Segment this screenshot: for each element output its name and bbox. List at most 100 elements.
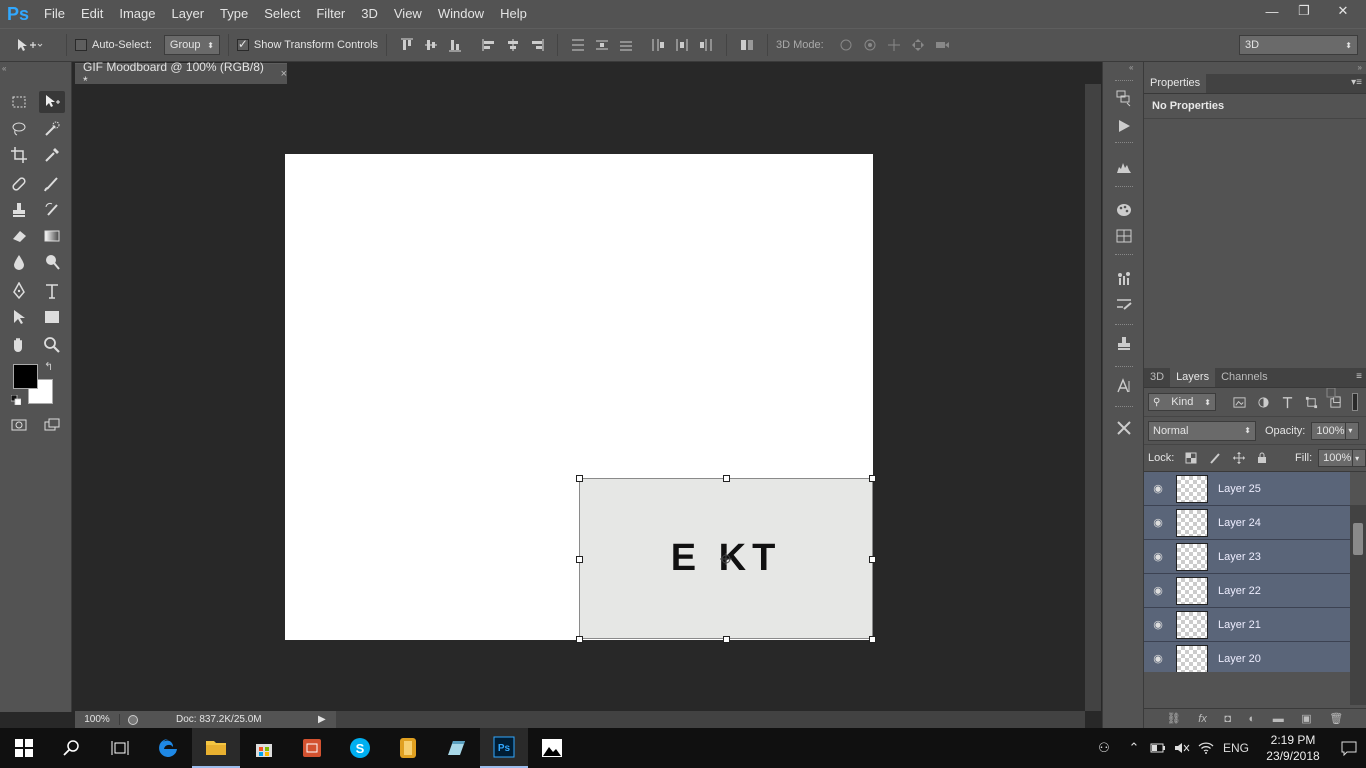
distribute-bottom-icon[interactable] bbox=[616, 35, 636, 55]
menu-help[interactable]: Help bbox=[492, 0, 535, 28]
lock-all-icon[interactable] bbox=[1253, 449, 1271, 467]
menu-window[interactable]: Window bbox=[430, 0, 492, 28]
menu-layer[interactable]: Layer bbox=[164, 0, 213, 28]
filter-kind-select[interactable]: ⚲ Kind ⬍ bbox=[1148, 393, 1216, 411]
visibility-eye-icon[interactable]: ◉ bbox=[1144, 550, 1172, 563]
restore-button[interactable]: ❐ bbox=[1288, 0, 1320, 22]
volume-muted-icon[interactable] bbox=[1170, 728, 1194, 768]
panel-grip[interactable] bbox=[1115, 366, 1133, 369]
transform-handle-bottom-left[interactable] bbox=[576, 636, 583, 643]
tab-3d[interactable]: 3D bbox=[1144, 368, 1170, 387]
align-top-icon[interactable] bbox=[397, 35, 417, 55]
crop-icon[interactable] bbox=[6, 144, 32, 166]
status-menu-arrow-icon[interactable]: ▶ bbox=[318, 714, 326, 725]
actions-panel-icon[interactable] bbox=[1114, 116, 1134, 136]
character-panel-icon[interactable] bbox=[1114, 376, 1134, 396]
filter-adjustment-icon[interactable] bbox=[1254, 393, 1272, 411]
adjustment-layer-icon[interactable]: ◐ bbox=[1249, 713, 1256, 725]
visibility-eye-icon[interactable]: ◉ bbox=[1144, 584, 1172, 597]
clone-source-icon[interactable] bbox=[1114, 334, 1134, 354]
panel-grip[interactable] bbox=[1115, 406, 1133, 409]
menu-image[interactable]: Image bbox=[111, 0, 163, 28]
swap-colors-icon[interactable]: ↰ bbox=[44, 360, 53, 373]
distribute-top-icon[interactable] bbox=[568, 35, 588, 55]
eraser-icon[interactable] bbox=[6, 225, 32, 247]
3d-scale-icon[interactable] bbox=[932, 35, 952, 55]
transform-handle-top[interactable] bbox=[723, 475, 730, 482]
3d-slide-icon[interactable] bbox=[908, 35, 928, 55]
blend-mode-select[interactable]: Normal ⬍ bbox=[1148, 420, 1256, 441]
fill-dropdown-icon[interactable]: ▾ bbox=[1352, 449, 1366, 467]
pen-icon[interactable] bbox=[6, 280, 32, 302]
new-group-icon[interactable]: ▬ bbox=[1273, 713, 1284, 725]
panel-grip[interactable] bbox=[1115, 142, 1133, 145]
fill-input[interactable]: 100% bbox=[1318, 449, 1353, 467]
wifi-icon[interactable] bbox=[1194, 728, 1218, 768]
notes-app-icon[interactable] bbox=[432, 728, 480, 768]
add-mask-icon[interactable]: ◘ bbox=[1224, 713, 1231, 725]
default-colors-icon[interactable] bbox=[10, 394, 22, 406]
distribute-right-icon[interactable] bbox=[696, 35, 716, 55]
3d-pan-icon[interactable] bbox=[884, 35, 904, 55]
transform-handle-top-left[interactable] bbox=[576, 475, 583, 482]
close-tab-icon[interactable]: × bbox=[281, 68, 287, 80]
align-horizontal-center-icon[interactable] bbox=[503, 35, 523, 55]
panel-grip[interactable] bbox=[1115, 80, 1133, 83]
tab-properties[interactable]: Properties bbox=[1144, 74, 1207, 93]
lock-image-pixels-icon[interactable] bbox=[1206, 449, 1224, 467]
store-icon[interactable] bbox=[240, 728, 288, 768]
distribute-vertical-center-icon[interactable] bbox=[592, 35, 612, 55]
foreground-color-swatch[interactable] bbox=[13, 364, 38, 389]
screen-mode-icon[interactable] bbox=[39, 414, 65, 436]
tool-presets-icon[interactable] bbox=[1114, 418, 1134, 438]
layer-row[interactable]: ◉ Layer 24 bbox=[1144, 506, 1350, 540]
layers-scrollbar-thumb[interactable] bbox=[1353, 523, 1363, 555]
transform-handle-left[interactable] bbox=[576, 556, 583, 563]
panel-grip[interactable] bbox=[1115, 324, 1133, 327]
battery-icon[interactable] bbox=[1146, 728, 1170, 768]
layer-row[interactable]: ◉ Layer 21 bbox=[1144, 608, 1350, 642]
expand-chevron-icon[interactable]: » bbox=[1358, 63, 1362, 72]
menu-edit[interactable]: Edit bbox=[73, 0, 111, 28]
visibility-eye-icon[interactable]: ◉ bbox=[1144, 618, 1172, 631]
search-icon[interactable] bbox=[48, 728, 96, 768]
brush-panel-icon[interactable] bbox=[1114, 294, 1134, 314]
windows-start-icon[interactable] bbox=[0, 728, 48, 768]
delete-layer-icon[interactable]: 🗑 bbox=[1329, 712, 1343, 725]
collapse-chevron-icon[interactable]: « bbox=[2, 64, 6, 73]
color-palette-icon[interactable] bbox=[1114, 200, 1134, 220]
filter-toggle-switch[interactable] bbox=[1352, 393, 1358, 411]
move-tool-icon[interactable] bbox=[39, 91, 65, 113]
quick-selection-icon[interactable] bbox=[39, 118, 65, 140]
panel-menu-icon[interactable]: ▾≡ bbox=[1351, 77, 1362, 88]
eyedropper-icon[interactable] bbox=[39, 144, 65, 166]
clone-stamp-icon[interactable] bbox=[6, 199, 32, 221]
transform-handle-right[interactable] bbox=[869, 556, 876, 563]
panel-menu-icon[interactable]: ≡ bbox=[1356, 371, 1362, 382]
menu-3d[interactable]: 3D bbox=[353, 0, 386, 28]
reference-point-icon[interactable] bbox=[720, 553, 732, 565]
auto-align-layers-icon[interactable] bbox=[737, 35, 757, 55]
3d-roll-icon[interactable] bbox=[860, 35, 880, 55]
healing-brush-icon[interactable] bbox=[6, 173, 32, 195]
show-transform-checkbox[interactable] bbox=[236, 37, 249, 51]
tab-layers[interactable]: Layers bbox=[1170, 368, 1216, 387]
photos-app-icon[interactable] bbox=[528, 728, 576, 768]
close-button[interactable]: ✕ bbox=[1320, 0, 1366, 22]
new-layer-icon[interactable]: ▣ bbox=[1301, 712, 1311, 725]
align-bottom-icon[interactable] bbox=[445, 35, 465, 55]
language-indicator[interactable]: ENG bbox=[1218, 728, 1254, 768]
file-explorer-icon[interactable] bbox=[192, 728, 240, 768]
quick-mask-icon[interactable] bbox=[6, 414, 32, 436]
blur-icon[interactable] bbox=[6, 251, 32, 273]
filter-shape-icon[interactable] bbox=[1302, 393, 1320, 411]
align-right-icon[interactable] bbox=[527, 35, 547, 55]
menu-file[interactable]: File bbox=[36, 0, 73, 28]
show-transform-option[interactable]: Show Transform Controls bbox=[236, 37, 378, 51]
3d-rotate-icon[interactable] bbox=[836, 35, 856, 55]
proof-icon[interactable] bbox=[127, 714, 139, 726]
people-icon[interactable]: ⚇ bbox=[1086, 728, 1122, 768]
lock-transparent-icon[interactable] bbox=[1182, 449, 1200, 467]
swatches-panel-icon[interactable] bbox=[1114, 226, 1134, 246]
auto-select-target-select[interactable]: Group ⬍ bbox=[163, 35, 220, 55]
